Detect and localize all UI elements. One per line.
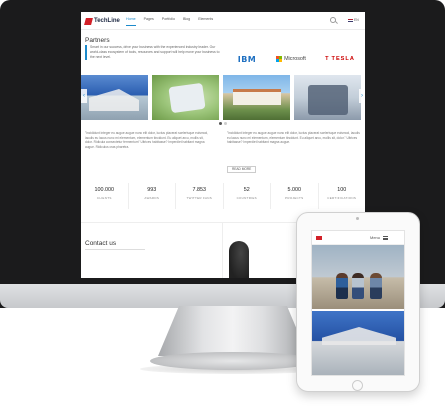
menu-label: Menu: [370, 235, 381, 240]
nav-item-portfolio[interactable]: Portfolio: [162, 17, 175, 21]
chevron-right-icon[interactable]: ›: [359, 89, 365, 103]
mobile-logo-icon[interactable]: [316, 236, 322, 240]
partner-logo-ibm[interactable]: IBM: [235, 53, 259, 65]
stat-label: CERTIFICATIONS: [327, 196, 357, 200]
tesla-label: TESLA: [331, 56, 355, 62]
tesla-logo-icon: T: [325, 56, 330, 62]
logo-mark-icon: [84, 17, 93, 25]
stat-item: 52 COUNTRIES: [224, 183, 271, 209]
home-button-icon[interactable]: [352, 380, 363, 391]
mobile-photo-building: [312, 311, 404, 375]
imac-stand: [158, 306, 308, 356]
nav-item-home[interactable]: Home: [126, 17, 136, 26]
carousel-photo-building[interactable]: [81, 75, 148, 120]
partner-logo-tesla[interactable]: T TESLA: [322, 53, 358, 65]
carousel-photo-campus[interactable]: [223, 75, 290, 120]
stat-value: 100: [337, 187, 347, 193]
stat-label: PROJECTS: [285, 196, 304, 200]
carousel-photo-meeting[interactable]: [294, 75, 361, 120]
mobile-header: Menu: [312, 231, 404, 245]
language-selector[interactable]: EN: [348, 18, 359, 22]
ipad-screen: Menu: [311, 230, 405, 376]
stat-value: 5.000: [287, 187, 302, 193]
nav-item-elements[interactable]: Elements: [198, 17, 213, 21]
site-header: TechLine Home Pages Portfolio Blog Eleme…: [81, 12, 365, 30]
column-divider: [222, 223, 223, 278]
flag-icon: [348, 18, 353, 22]
carousel-photo-laptop[interactable]: [152, 75, 219, 120]
carousel-dot[interactable]: [219, 122, 222, 125]
stat-label: CLIENTS: [96, 196, 112, 200]
contact-underline: [85, 249, 145, 250]
nav-item-blog[interactable]: Blog: [183, 17, 190, 21]
hamburger-icon: [383, 235, 389, 240]
stat-label: AWARDS: [144, 196, 160, 200]
ipad-device: Menu: [296, 212, 420, 392]
stat-label: COUNTRIES: [236, 196, 257, 200]
mobile-photo-students: [312, 245, 404, 309]
contact-title: Contact us: [85, 240, 117, 247]
microsoft-logo-icon: [276, 56, 283, 62]
language-label: EN: [354, 18, 359, 22]
logo-text: TechLine: [94, 18, 120, 24]
chevron-left-icon[interactable]: ‹: [81, 89, 87, 103]
site-logo[interactable]: TechLine: [84, 16, 120, 26]
contact-photo: [229, 241, 249, 278]
image-carousel: ‹ ›: [81, 75, 365, 125]
stat-label: TWITTER FANS: [186, 196, 213, 200]
stat-item: 100 CERTIFICATIONS: [319, 183, 366, 209]
stat-value: 52: [243, 187, 250, 193]
carousel-dot[interactable]: [224, 122, 227, 125]
partners-intro: Smart in our success, drive your busines…: [85, 45, 225, 60]
stat-value: 7.853: [192, 187, 207, 193]
nav-item-pages[interactable]: Pages: [144, 17, 154, 21]
read-more-button[interactable]: READ MORE: [227, 166, 257, 173]
main-nav: Home Pages Portfolio Blog Elements: [126, 17, 221, 26]
imac-foot: [150, 352, 316, 370]
partner-logo-microsoft[interactable]: Microsoft: [271, 53, 311, 65]
stat-value: 100.000: [94, 187, 115, 193]
stat-item: 5.000 PROJECTS: [271, 183, 319, 209]
text-column-right: "Incididunt integer eu augue augue nunc …: [227, 131, 360, 145]
carousel-dots: [219, 122, 229, 125]
stat-value: 993: [147, 187, 157, 193]
camera-icon: [356, 217, 359, 220]
stat-item: 993 AWARDS: [129, 183, 176, 209]
text-column-left: "Incididunt integer eu augue augue nunc …: [85, 131, 209, 149]
stat-item: 7.853 TWITTER FANS: [176, 183, 224, 209]
stats-row: 100.000 CLIENTS 993 AWARDS 7.853 TWITTER…: [81, 183, 365, 209]
mobile-menu-button[interactable]: Menu: [370, 235, 389, 240]
stat-item: 100.000 CLIENTS: [81, 183, 129, 209]
search-icon[interactable]: [330, 17, 336, 23]
partners-title: Partners: [85, 37, 110, 44]
microsoft-label: Microsoft: [284, 56, 306, 62]
